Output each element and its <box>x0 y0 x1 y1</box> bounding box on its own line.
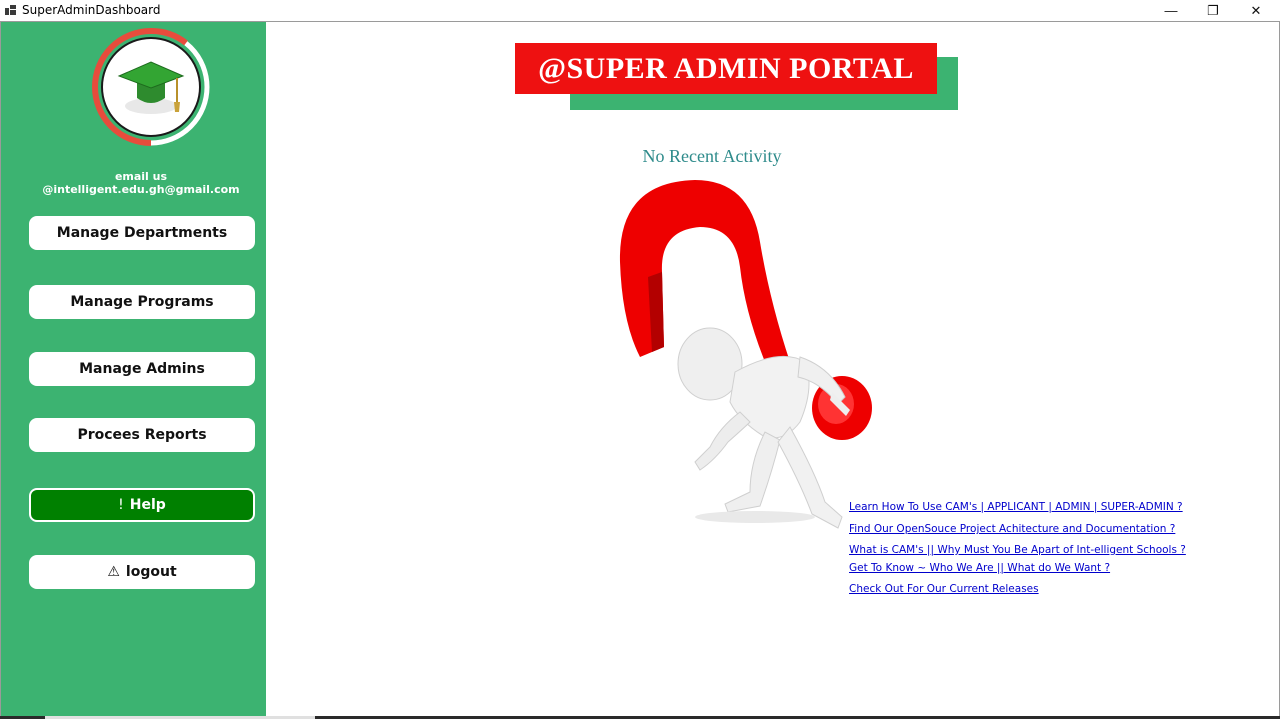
manage-programs-button[interactable]: Manage Programs <box>29 285 255 319</box>
warning-icon: ⚠ <box>107 564 120 580</box>
contact-email: email us @intelligent.edu.gh@gmail.com <box>42 170 240 196</box>
no-recent-activity-text: No Recent Activity <box>642 146 782 166</box>
process-reports-button[interactable]: Procees Reports <box>29 418 255 452</box>
help-button[interactable]: ! Help <box>29 488 255 522</box>
logout-button[interactable]: ⚠ logout <box>29 555 255 589</box>
who-we-are-link[interactable]: Get To Know ~ Who We Are || What do We W… <box>849 562 1110 574</box>
sidebar: email us @intelligent.edu.gh@gmail.com M… <box>1 22 266 717</box>
exclamation-icon: ! <box>118 497 124 513</box>
process-reports-label: Procees Reports <box>77 427 207 443</box>
manage-admins-label: Manage Admins <box>79 361 205 377</box>
portal-banner-title: @SUPER ADMIN PORTAL <box>515 43 937 94</box>
close-button[interactable]: ✕ <box>1233 0 1279 21</box>
graduation-cap-logo-icon <box>92 27 210 146</box>
help-label: Help <box>129 497 166 513</box>
current-releases-link[interactable]: Check Out For Our Current Releases <box>849 583 1039 595</box>
minimize-button[interactable]: — <box>1148 0 1194 21</box>
logout-label: logout <box>125 564 177 580</box>
what-is-cams-link[interactable]: What is CAM's || Why Must You Be Apart o… <box>849 544 1186 556</box>
manage-departments-button[interactable]: Manage Departments <box>29 216 255 250</box>
manage-departments-label: Manage Departments <box>56 225 228 241</box>
manage-admins-button[interactable]: Manage Admins <box>29 352 255 386</box>
question-mark-figure-icon <box>619 180 872 529</box>
learn-cams-link[interactable]: Learn How To Use CAM's | APPLICANT | ADM… <box>849 501 1183 513</box>
window-title: SuperAdminDashboard <box>22 3 161 17</box>
window-titlebar: SuperAdminDashboard — ❐ ✕ <box>0 0 1280 21</box>
restore-button[interactable]: ❐ <box>1190 0 1236 21</box>
manage-programs-label: Manage Programs <box>70 294 214 310</box>
app-icon <box>5 5 16 15</box>
opensource-docs-link[interactable]: Find Our OpenSouce Project Achitecture a… <box>849 523 1175 535</box>
